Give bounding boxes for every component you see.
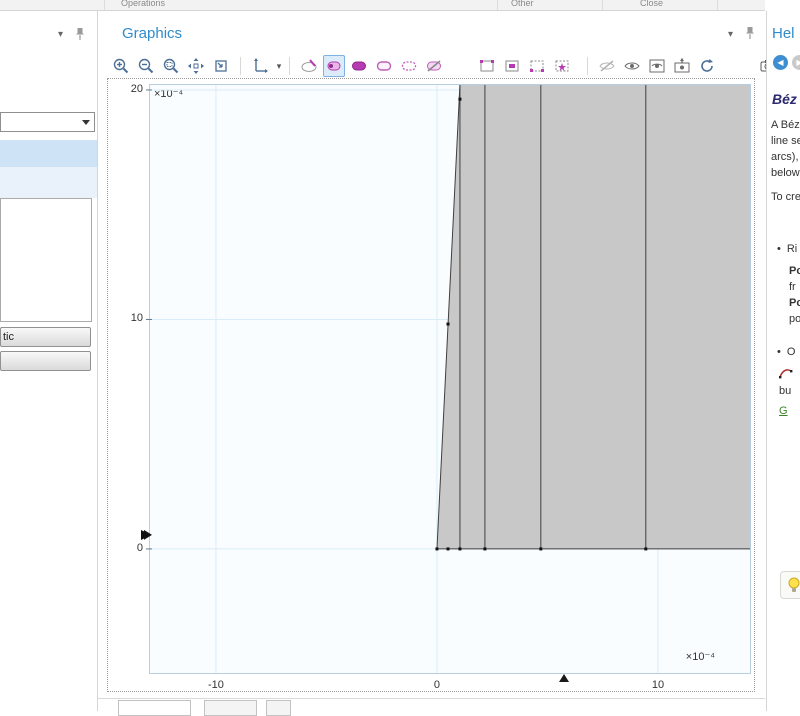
graphics-toolbar: ▾ <box>110 53 800 79</box>
graphics-canvas[interactable]: ×10⁻⁴ ×10⁻⁴ -1001001020 <box>107 78 755 692</box>
view-unhide-icon[interactable] <box>671 55 693 77</box>
bottom-tab[interactable] <box>204 700 257 716</box>
bullet-icon: • <box>777 346 781 358</box>
panel-menu-caret-icon[interactable]: ▾ <box>58 29 63 40</box>
help-text-line: A Béz <box>771 117 800 133</box>
refresh-icon[interactable] <box>696 55 718 77</box>
y-tick-label: 20 <box>107 83 143 95</box>
select-boundaries-icon[interactable] <box>526 55 548 77</box>
help-back-button[interactable]: ◀ <box>773 55 788 70</box>
help-text-line: To cre <box>771 191 800 203</box>
settings-panel: ▾ tic <box>0 11 98 711</box>
help-panel-title: Hel <box>772 25 795 42</box>
help-text-line: po <box>789 311 800 327</box>
lightbulb-icon <box>786 576 800 594</box>
view-frame-icon[interactable] <box>646 55 668 77</box>
help-bullet-item: • Ri <box>777 243 797 255</box>
settings-button-secondary[interactable] <box>0 351 91 371</box>
y-tick-label: 10 <box>107 312 143 324</box>
help-text-line: Po <box>789 263 800 279</box>
help-text-line: bu <box>779 385 791 397</box>
bullet-icon: • <box>777 243 781 255</box>
render-outline-icon[interactable] <box>373 55 395 77</box>
settings-listbox[interactable] <box>0 198 92 322</box>
settings-dropdown[interactable] <box>0 112 95 132</box>
ribbon-group-operations: Operations <box>121 0 165 8</box>
toolbar-separator <box>587 57 588 75</box>
select-points-icon[interactable] <box>551 55 573 77</box>
x-tick-label: -10 <box>199 679 233 691</box>
ribbon-separator <box>497 0 498 10</box>
help-intro-paragraph: A Béz line se arcs), below <box>771 117 800 181</box>
y-tick-label: 0 <box>107 542 143 554</box>
zoom-box-icon[interactable] <box>160 55 182 77</box>
zoom-in-icon[interactable] <box>110 55 132 77</box>
help-bullet-item: • O <box>777 346 795 358</box>
graphics-panel-title: Graphics <box>122 25 182 42</box>
plot-svg <box>149 84 751 674</box>
toolbar-separator <box>240 57 241 75</box>
bottom-tab[interactable] <box>118 700 191 716</box>
render-dashed-icon[interactable] <box>398 55 420 77</box>
x-tick-label: 10 <box>641 679 675 691</box>
help-bullet-body: Po fr Po po <box>789 263 800 327</box>
help-article-title: Béz <box>772 91 797 107</box>
mouse-cursor-icon <box>140 528 152 546</box>
toolbar-separator <box>289 57 290 75</box>
render-solid-icon[interactable] <box>348 55 370 77</box>
ribbon-separator <box>104 0 105 10</box>
selected-tree-row[interactable] <box>0 140 97 167</box>
render-none-icon[interactable] <box>423 55 445 77</box>
plot-area[interactable]: ×10⁻⁴ ×10⁻⁴ -1001001020 <box>149 84 751 674</box>
help-panel: Hel ◀ ▶ Béz A Béz line se arcs), below T… <box>766 11 800 711</box>
ribbon-group-close: Close <box>640 0 663 8</box>
select-domains-icon[interactable] <box>501 55 523 77</box>
back-arrow-icon: ◀ <box>777 58 783 67</box>
bezier-polygon-tool-icon <box>779 367 793 382</box>
help-link[interactable]: G <box>779 405 788 417</box>
forward-arrow-icon: ▶ <box>796 58 800 67</box>
zoom-to-selection-icon[interactable] <box>210 55 232 77</box>
help-text-line: O <box>787 346 796 358</box>
default-view-caret-icon[interactable]: ▾ <box>274 61 284 72</box>
help-text-line: below <box>771 165 800 181</box>
bottom-panel-divider <box>98 698 765 699</box>
ribbon-group-other: Other <box>511 0 534 8</box>
view-show-icon[interactable] <box>621 55 643 77</box>
default-view-icon[interactable] <box>249 55 271 77</box>
settings-button-automatic[interactable]: tic <box>0 327 91 347</box>
ribbon-separator <box>717 0 718 10</box>
help-text-line: arcs), <box>771 149 800 165</box>
panel-pin-icon[interactable] <box>74 27 86 46</box>
x-tick-label: 0 <box>420 679 454 691</box>
graphics-pin-icon[interactable] <box>744 26 756 45</box>
bottom-tab[interactable] <box>266 700 291 716</box>
zoom-extents-icon[interactable] <box>185 55 207 77</box>
help-text-line: line se <box>771 133 800 149</box>
view-hide-icon[interactable] <box>596 55 618 77</box>
graphics-panel: Graphics ▾ <box>98 11 765 711</box>
graphics-menu-caret-icon[interactable]: ▾ <box>728 29 733 40</box>
select-objects-icon[interactable] <box>476 55 498 77</box>
dropdown-arrow-icon <box>82 120 90 125</box>
help-text-line: Po <box>789 295 800 311</box>
render-wireframe-icon[interactable] <box>298 55 320 77</box>
ribbon-strip: Operations Other Close <box>0 0 765 11</box>
help-text-line: Ri <box>787 243 797 255</box>
zoom-out-icon[interactable] <box>135 55 157 77</box>
ribbon-separator <box>602 0 603 10</box>
tip-box <box>780 571 800 599</box>
help-forward-button[interactable]: ▶ <box>792 55 800 70</box>
tree-row-secondary[interactable] <box>0 167 97 198</box>
help-navigation: ◀ ▶ <box>773 55 800 70</box>
render-selected-icon[interactable] <box>323 55 345 77</box>
help-text-line: fr <box>789 279 800 295</box>
